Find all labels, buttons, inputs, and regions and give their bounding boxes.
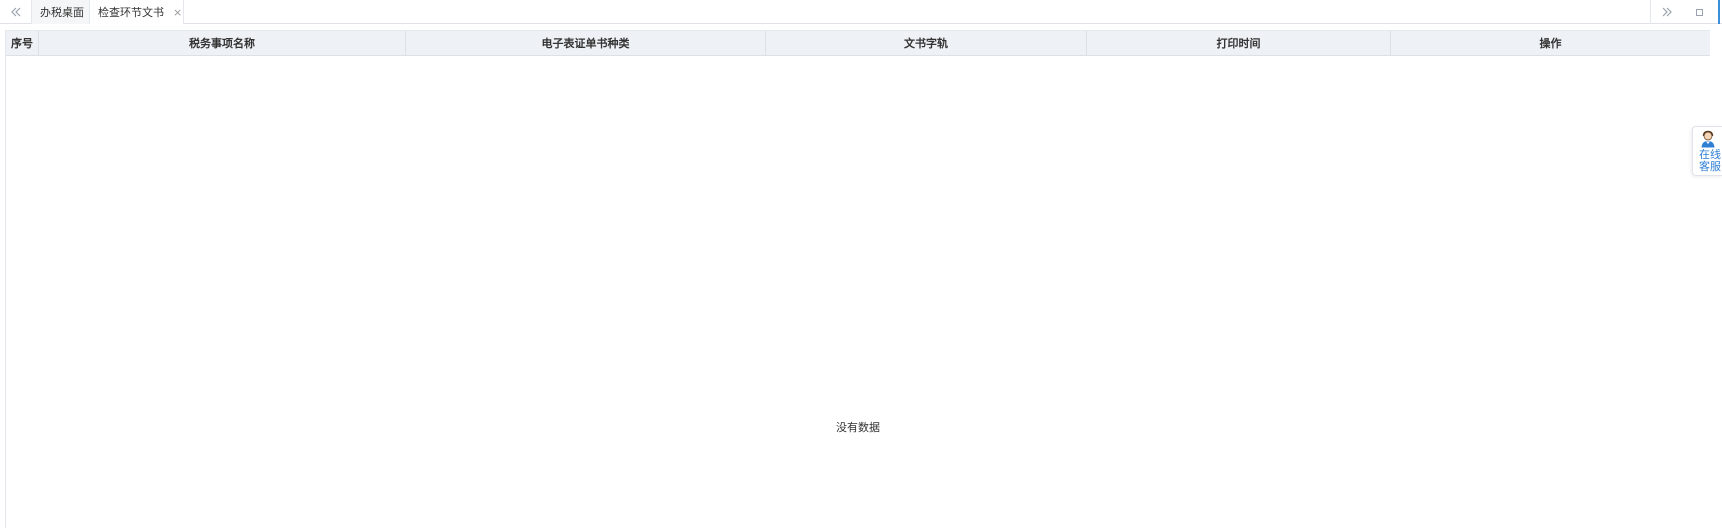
documents-table: 序号 税务事项名称 电子表证单书种类 文书字轨 打印时间 操作 没有数据 xyxy=(5,30,1710,528)
service-line-2: 客服 xyxy=(1699,160,1721,173)
close-icon[interactable]: × xyxy=(173,7,182,18)
scroll-tabs-left-button[interactable] xyxy=(0,0,32,24)
empty-message: 没有数据 xyxy=(836,421,880,434)
tab-inspection-documents[interactable]: 检查环节文书 × xyxy=(90,0,184,24)
double-chevron-right-icon xyxy=(1662,7,1672,17)
square-icon xyxy=(1695,8,1703,16)
column-header-tax-matter-name[interactable]: 税务事项名称 xyxy=(39,31,406,55)
column-header-document-number[interactable]: 文书字轨 xyxy=(766,31,1087,55)
customer-service-avatar-icon xyxy=(1701,130,1715,148)
online-service-button[interactable]: 在线 客服 xyxy=(1692,126,1722,176)
maximize-button[interactable] xyxy=(1683,0,1715,24)
scroll-tabs-right-button[interactable] xyxy=(1650,0,1682,24)
tab-label: 办税桌面 xyxy=(40,6,84,19)
column-header-document-type[interactable]: 电子表证单书种类 xyxy=(406,31,766,55)
tab-bar: 办税桌面 检查环节文书 × xyxy=(0,0,1722,24)
column-header-actions[interactable]: 操作 xyxy=(1391,31,1710,55)
tab-tax-desktop[interactable]: 办税桌面 xyxy=(32,0,90,24)
table-header: 序号 税务事项名称 电子表证单书种类 文书字轨 打印时间 操作 xyxy=(6,30,1710,56)
column-header-index[interactable]: 序号 xyxy=(6,31,39,55)
double-chevron-left-icon xyxy=(10,7,20,17)
column-header-print-time[interactable]: 打印时间 xyxy=(1087,31,1391,55)
online-service-label: 在线 客服 xyxy=(1699,149,1722,173)
tab-label: 检查环节文书 xyxy=(98,6,164,19)
scroll-indicator xyxy=(1718,0,1720,24)
